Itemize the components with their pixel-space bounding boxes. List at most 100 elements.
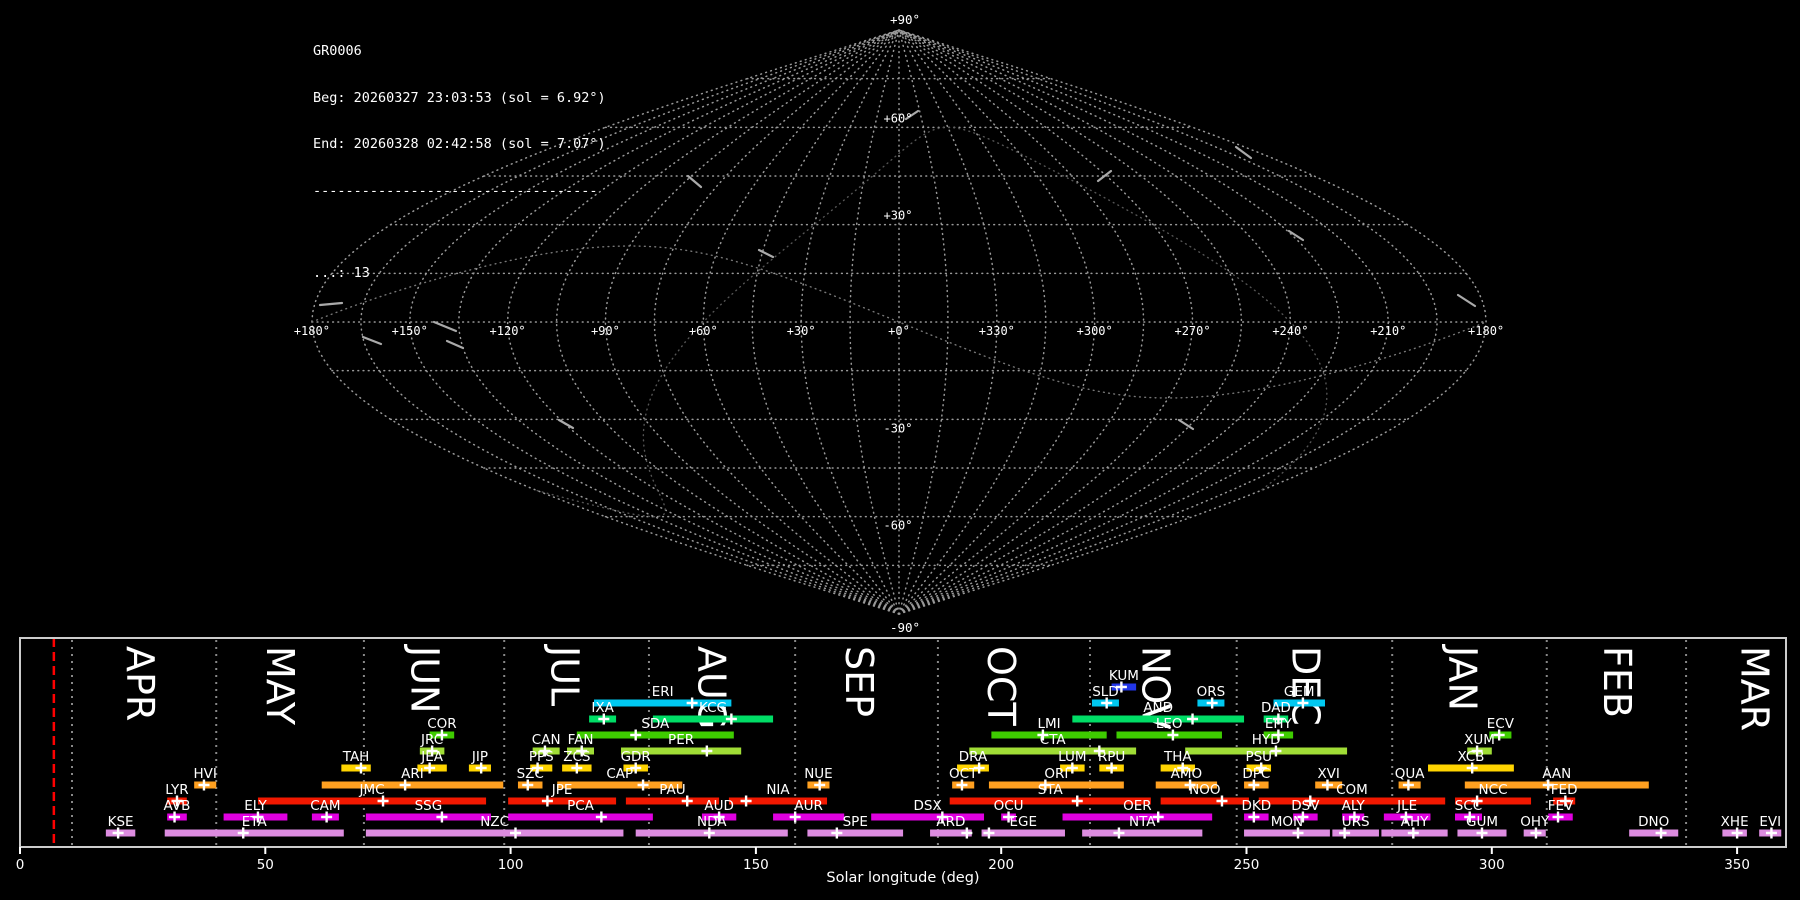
x-axis-tick-label: 0 <box>16 857 25 873</box>
session-end: End: 20260328 02:42:58 (sol = 7.07°) <box>313 136 606 152</box>
session-beg: Beg: 20260327 23:03:53 (sol = 6.92°) <box>313 89 606 106</box>
month-label: JUL <box>543 644 587 706</box>
shower-code-label: SPE <box>843 814 868 830</box>
session-header: GR0006 Beg: 20260327 23:03:53 (sol = 6.9… <box>313 13 606 313</box>
pole-label-north: +90° <box>890 12 920 27</box>
shower-code-label: NIA <box>766 782 790 798</box>
shower-code-label: SDA <box>641 716 670 732</box>
shower-code-label: JPE <box>551 782 573 798</box>
shower-peak-marker <box>701 745 713 757</box>
activity-timeline: APR MAY JUN JUL AUG SEP OCT NOV DEC JAN FEB MARKUME… <box>16 637 1787 873</box>
shower-code-label: PCA <box>567 798 595 814</box>
lon-label: +330° <box>979 324 1015 338</box>
lon-label: +60° <box>689 324 718 338</box>
shower-code-label: ETA <box>242 814 268 830</box>
shower-code-label: CAP <box>606 766 633 782</box>
lon-label: +270° <box>1174 324 1210 338</box>
shower-bar <box>871 813 985 821</box>
lon-label: +30° <box>787 324 816 338</box>
plot-canvas: +60° +30° -30° -60° +180° +150° +120° +90° +60° +… <box>16 12 1787 886</box>
shower-peak-marker <box>983 827 995 839</box>
shower-code-label: KSE <box>108 814 134 830</box>
shower-code-label: CAN <box>532 732 561 748</box>
shower-code-label: DKD <box>1241 798 1271 814</box>
shower-code-label: PPS <box>529 749 554 765</box>
shower-code-label: KUM <box>1109 668 1139 684</box>
shower-code-label: PSU <box>1245 749 1272 765</box>
lon-label: +180° <box>1468 324 1504 338</box>
shower-code-label: ARD <box>936 814 965 830</box>
lon-label: +180° <box>294 324 330 338</box>
shower-peak-marker <box>510 827 522 839</box>
x-axis-tick-label: 200 <box>988 857 1014 873</box>
lon-label: +150° <box>392 324 428 338</box>
month-label: FEB <box>1595 646 1639 718</box>
shower-code-label: TAH <box>342 749 370 765</box>
shower-code-label: ORI <box>1044 766 1068 782</box>
shower-bar <box>1160 797 1249 805</box>
meteor-trail <box>1456 293 1477 308</box>
lon-label: +0° <box>888 324 910 338</box>
shower-code-label: GEM <box>1284 684 1315 700</box>
shower-code-label: JIP <box>471 749 488 765</box>
shower-code-label: EGE <box>1010 814 1038 830</box>
month-label: MAY <box>258 646 302 726</box>
shower-bar <box>508 797 617 805</box>
meteor-count: ...: 13 <box>313 265 370 281</box>
shower-bar <box>773 813 845 821</box>
shower-code-label: XCB <box>1457 749 1484 765</box>
shower-code-label: PAU <box>659 782 685 798</box>
shower-code-label: DPC <box>1242 766 1270 782</box>
app-screen: +60° +30° -30° -60° +180° +150° +120° +90° +60° +… <box>0 0 1800 900</box>
shower-code-label: OER <box>1123 798 1152 814</box>
shower-code-label: JEA <box>420 749 444 765</box>
dec-label: -60° <box>884 519 913 533</box>
shower-bar <box>365 813 491 821</box>
shower-code-label: SZC <box>517 766 544 782</box>
month-label: JAN <box>1440 644 1484 711</box>
shower-code-label: COM <box>1336 782 1368 798</box>
shower-bar <box>652 715 774 723</box>
shower-code-label: AND <box>1143 700 1173 716</box>
month-label: APR <box>118 646 162 721</box>
lon-label: +300° <box>1077 324 1113 338</box>
lon-label: +240° <box>1272 324 1308 338</box>
dec-label: -30° <box>884 421 913 435</box>
month-label: JUN <box>403 644 447 713</box>
shower-code-label: CAM <box>310 798 340 814</box>
shower-code-label: DRA <box>959 749 988 765</box>
shower-code-label: DAD <box>1261 700 1291 716</box>
shower-code-label: AMO <box>1171 766 1203 782</box>
shower-bar <box>164 829 344 837</box>
shower-bar <box>321 781 504 789</box>
shower-code-label: XHE <box>1721 814 1749 830</box>
shower-code-label: XUM <box>1464 732 1495 748</box>
shower-code-label: OCT <box>949 766 978 782</box>
shower-code-label: NCC <box>1479 782 1508 798</box>
shower-code-label: ECV <box>1487 716 1515 732</box>
shower-code-label: ELY <box>244 798 267 814</box>
month-label: SEP <box>837 646 881 717</box>
shower-code-label: SCC <box>1455 798 1482 814</box>
shower-code-label: LEO <box>1156 716 1183 732</box>
shower-code-label: FAN <box>568 732 594 748</box>
shower-bar <box>1629 829 1679 837</box>
shower-code-label: SLD <box>1092 684 1119 700</box>
shower-peak-marker <box>630 729 642 741</box>
shower-code-label: ERI <box>652 684 674 700</box>
shower-code-label: NDA <box>697 814 727 830</box>
shower-bar <box>576 731 734 739</box>
shower-code-label: HVI <box>194 766 217 782</box>
shower-code-label: AVB <box>164 798 191 814</box>
month-label: MAR <box>1732 646 1776 731</box>
shower-peak-marker <box>637 779 649 791</box>
shower-code-label: DSX <box>914 798 942 814</box>
shower-code-label: NUE <box>804 766 833 782</box>
shower-code-label: JMC <box>358 782 384 798</box>
shower-code-label: DNO <box>1638 814 1669 830</box>
shower-code-label: DSV <box>1291 798 1320 814</box>
x-axis-tick-label: 300 <box>1479 857 1505 873</box>
shower-code-label: CTA <box>1040 732 1067 748</box>
lon-label: +210° <box>1370 324 1406 338</box>
dec-label: +60° <box>884 111 913 125</box>
